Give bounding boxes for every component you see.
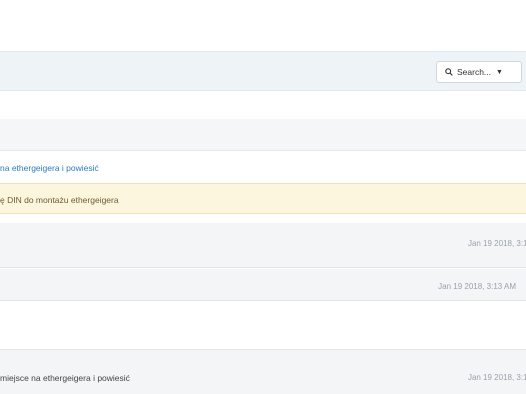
event-row[interactable]: Jan 19 2018, 3:13 AM [0,269,526,301]
event-row[interactable]: Jan 19 2018, 3:13 [0,223,526,268]
note-text: ę DIN do montażu ethergeigera [0,195,119,205]
event-timestamp: Jan 19 2018, 3:13 AM [438,282,516,291]
top-bar [0,0,526,26]
search-icon [445,68,453,76]
search-dropdown[interactable]: Search... ▼ [436,61,522,83]
item-link[interactable]: na ethergeigera i powiesić [0,163,99,173]
search-label: Search... [457,67,492,77]
highlight-note: ę DIN do montażu ethergeigera [0,183,526,214]
filter-bar: Search... ▼ [0,51,526,91]
section-gap [0,301,526,349]
event-timestamp: Jan 19 2018, 3:14 [467,373,526,382]
item-message: miejsce na ethergeigera i powiesić [0,373,130,383]
caret-down-icon: ▼ [496,68,503,76]
list-header [0,119,526,151]
event-timestamp: Jan 19 2018, 3:13 [467,239,526,248]
list-item[interactable]: na ethergeigera i powiesić [0,151,526,183]
list-item[interactable]: miejsce na ethergeigera i powiesić Jan 1… [0,349,526,394]
